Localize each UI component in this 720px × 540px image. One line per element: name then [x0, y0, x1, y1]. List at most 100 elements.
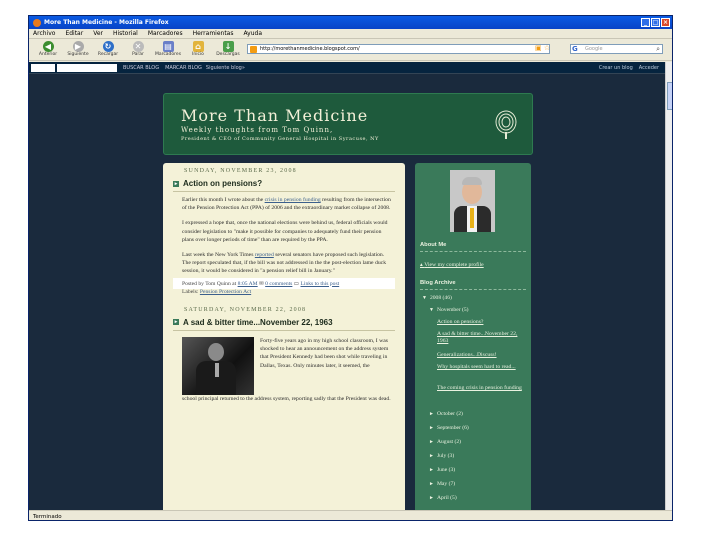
back-arrow-icon: ◀	[42, 41, 54, 52]
rss-star-icons[interactable]: ▣ ☆	[535, 44, 550, 52]
downloads-button[interactable]: ↓ Descargas	[213, 41, 243, 57]
search-box[interactable]: G Google ⌕	[570, 44, 663, 54]
expand-right-icon: ►	[429, 482, 434, 487]
post-footer: Posted by Tom Quinn at 8:05 AM ✉ 0 comme…	[173, 277, 395, 289]
view-profile-link[interactable]: ▴ View my complete profile	[420, 262, 484, 268]
stop-button[interactable]: ✕ Parar	[123, 41, 153, 57]
reload-button[interactable]: ↻ Recargar	[93, 41, 123, 57]
expand-down-icon: ▼	[422, 296, 427, 301]
blog-archive-heading: Blog Archive	[420, 280, 456, 286]
archive-post-link[interactable]: Action on pensions?	[437, 319, 483, 325]
expand-right-icon: ►	[429, 426, 434, 431]
next-blog-link[interactable]: Siguiente blog»	[206, 65, 245, 71]
post-bullet-icon: ▸	[173, 180, 179, 187]
scrollbar-thumb[interactable]	[667, 82, 672, 110]
email-post-icon[interactable]: ▭	[294, 281, 299, 287]
menu-ver[interactable]: Ver	[93, 30, 103, 37]
search-blog-button[interactable]: BUSCAR BLOG	[123, 65, 159, 71]
main-column: SUNDAY, NOVEMBER 23, 2008 ▸ Action on pe…	[163, 163, 405, 510]
menu-ayuda[interactable]: Ayuda	[243, 30, 262, 37]
blogger-navbar: BUSCAR BLOG MARCAR BLOG Siguiente blog» …	[29, 62, 665, 74]
archive-month-collapsed[interactable]: ► April (5)	[429, 495, 457, 501]
menu-marcadores[interactable]: Marcadores	[148, 30, 183, 37]
archive-month-toggle[interactable]: ▼ November (5)	[429, 307, 468, 313]
back-button[interactable]: ◀ Anterior	[33, 41, 63, 57]
window-title: More Than Medicine - Mozilla Firefox	[44, 19, 169, 26]
menu-bar: Archivo Editar Ver Historial Marcadores …	[29, 29, 672, 39]
blogger-logo[interactable]	[31, 63, 55, 72]
expand-right-icon: ►	[429, 412, 434, 417]
sidebar: About Me ▴ View my complete profile Blog…	[415, 163, 531, 510]
home-icon: ⌂	[192, 41, 204, 52]
post-body: Earlier this month I wrote about the cri…	[182, 197, 391, 275]
archive-month-collapsed[interactable]: ► June (3)	[429, 467, 455, 473]
home-button[interactable]: ⌂ Inicio	[183, 41, 213, 57]
blogger-favicon-icon	[250, 46, 257, 53]
archive-month-collapsed[interactable]: ► May (7)	[429, 481, 455, 487]
blog-title[interactable]: More Than Medicine	[181, 106, 368, 125]
blog-header: More Than Medicine Weekly thoughts from …	[163, 93, 533, 155]
divider	[420, 289, 526, 290]
author-photo	[450, 170, 495, 232]
reload-icon: ↻	[102, 41, 114, 52]
minimize-button[interactable]: _	[641, 18, 650, 27]
archive-month-collapsed[interactable]: ► October (2)	[429, 411, 463, 417]
expand-right-icon: ►	[429, 496, 434, 501]
search-icon[interactable]: ⌕	[656, 45, 660, 54]
archive-post-link[interactable]: The coming crisis in pension funding	[437, 385, 522, 392]
post-time-link[interactable]: 8:05 AM	[238, 281, 258, 287]
menu-historial[interactable]: Historial	[113, 30, 138, 37]
link-reported[interactable]: reported	[255, 252, 274, 258]
navigation-toolbar: ◀ Anterior ▶ Siguiente ↻ Recargar ✕ Parar ▤ M…	[29, 39, 672, 61]
kennedy-photo	[182, 336, 254, 395]
sign-in-link[interactable]: Acceder	[639, 65, 659, 71]
menu-editar[interactable]: Editar	[65, 30, 83, 37]
post-date-2: SATURDAY, NOVEMBER 22, 2008	[184, 306, 307, 313]
close-button[interactable]: ×	[661, 18, 670, 27]
bookmarks-button[interactable]: ▤ Marcadores	[153, 41, 183, 57]
archive-month-collapsed[interactable]: ► July (3)	[429, 453, 454, 459]
flag-blog-button[interactable]: MARCAR BLOG	[165, 65, 202, 71]
maximize-button[interactable]: □	[651, 18, 660, 27]
divider	[420, 251, 526, 252]
forward-button[interactable]: ▶ Siguiente	[63, 41, 93, 57]
label-link[interactable]: Pension Protection Act	[200, 289, 251, 295]
link-pension-crisis[interactable]: crisis in pension funding	[265, 197, 321, 203]
post-2-text: Forty-five years ago in my high school c…	[260, 337, 389, 369]
post-labels: Labels: Pension Protection Act	[182, 288, 252, 295]
address-bar[interactable]: http://morethanmedicine.blogspot.com/	[247, 44, 550, 54]
archive-year-toggle[interactable]: ▼ 2008 (46)	[422, 295, 452, 301]
divider	[173, 329, 395, 331]
post-date: SUNDAY, NOVEMBER 23, 2008	[184, 168, 297, 174]
status-bar: Terminado	[29, 510, 672, 520]
stop-icon: ✕	[132, 41, 144, 52]
bookmarks-icon: ▤	[162, 41, 174, 52]
post-title-2[interactable]: ▸ A sad & bitter time...November 22, 196…	[173, 318, 405, 327]
about-me-heading: About Me	[420, 242, 447, 248]
menu-archivo[interactable]: Archivo	[33, 30, 55, 37]
post-2-text-bottom: school principal returned to the address…	[182, 395, 391, 402]
page-content: BUSCAR BLOG MARCAR BLOG Siguiente blog» …	[29, 62, 665, 510]
blog-search-input[interactable]	[57, 63, 117, 72]
links-to-post[interactable]: Links to this post	[300, 281, 339, 287]
downloads-icon: ↓	[222, 41, 234, 52]
forward-arrow-icon: ▶	[72, 41, 84, 52]
vertical-scrollbar[interactable]	[665, 62, 672, 510]
archive-month-collapsed[interactable]: ► September (6)	[429, 425, 469, 431]
post-title[interactable]: ▸ Action on pensions?	[173, 179, 405, 188]
menu-herramientas[interactable]: Herramientas	[193, 30, 234, 37]
archive-post-link[interactable]: Why hospitals seem hard to read...	[437, 364, 522, 371]
archive-post-link[interactable]: A sad & bitter time...November 22, 1963	[437, 331, 527, 345]
tree-logo-icon	[495, 110, 517, 139]
archive-month-collapsed[interactable]: ► August (2)	[429, 439, 461, 445]
comment-icon: ✉	[259, 280, 264, 287]
google-icon: G	[572, 45, 578, 53]
comments-link[interactable]: 0 comments	[265, 281, 292, 287]
expand-right-icon: ►	[429, 454, 434, 459]
search-placeholder: Google	[585, 46, 603, 52]
post-paragraph: I expressed a hope that, once the nation…	[182, 220, 388, 243]
expand-down-icon: ▼	[429, 308, 434, 313]
archive-post-link[interactable]: Generalizations...Discuss!	[437, 352, 497, 358]
firefox-icon	[33, 18, 41, 27]
create-blog-link[interactable]: Crear un blog	[599, 65, 633, 71]
